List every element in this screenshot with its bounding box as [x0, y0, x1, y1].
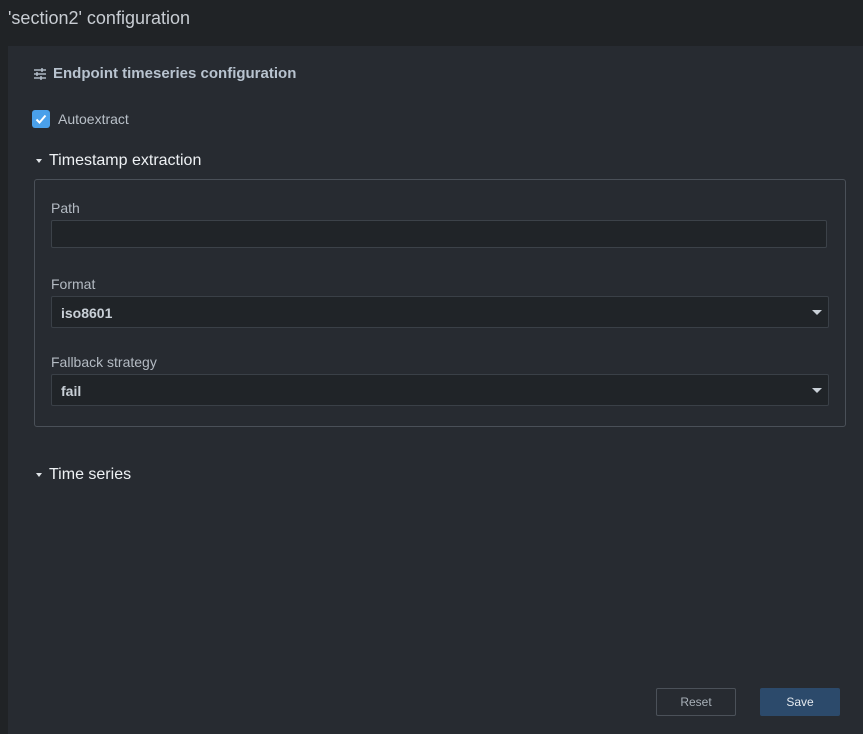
save-button[interactable]: Save — [760, 688, 840, 716]
time-series-toggle[interactable]: Time series — [36, 466, 131, 484]
caret-down-icon — [36, 159, 42, 163]
fallback-strategy-label: Fallback strategy — [51, 354, 157, 370]
window-header: 'section2' configuration — [0, 0, 863, 44]
configuration-panel: Endpoint timeseries configuration Autoex… — [8, 46, 863, 734]
time-series-label: Time series — [49, 466, 132, 483]
timestamp-extraction-label: Timestamp extraction — [49, 152, 202, 169]
path-input[interactable] — [51, 220, 827, 248]
checkbox-checked-icon[interactable] — [32, 110, 50, 128]
autoextract-checkbox[interactable]: Autoextract — [32, 110, 129, 128]
path-label: Path — [51, 200, 80, 216]
format-select[interactable]: iso8601 — [51, 296, 829, 328]
timestamp-extraction-toggle[interactable]: Timestamp extraction — [36, 152, 201, 170]
format-value: iso8601 — [61, 305, 113, 321]
fallback-strategy-select[interactable]: fail — [51, 374, 829, 406]
chevron-down-icon — [812, 388, 822, 393]
tune-icon — [33, 67, 47, 81]
fallback-strategy-value: fail — [61, 383, 82, 399]
section-header: Endpoint timeseries configuration — [33, 65, 296, 82]
page-title: 'section2' configuration — [8, 8, 190, 28]
reset-button[interactable]: Reset — [656, 688, 736, 716]
autoextract-label: Autoextract — [58, 111, 129, 127]
format-label: Format — [51, 276, 96, 292]
caret-down-icon — [36, 473, 42, 477]
chevron-down-icon — [812, 310, 822, 315]
section-title: Endpoint timeseries configuration — [53, 65, 297, 82]
timestamp-extraction-group: Path Format iso8601 Fallback strategy fa… — [34, 179, 846, 427]
